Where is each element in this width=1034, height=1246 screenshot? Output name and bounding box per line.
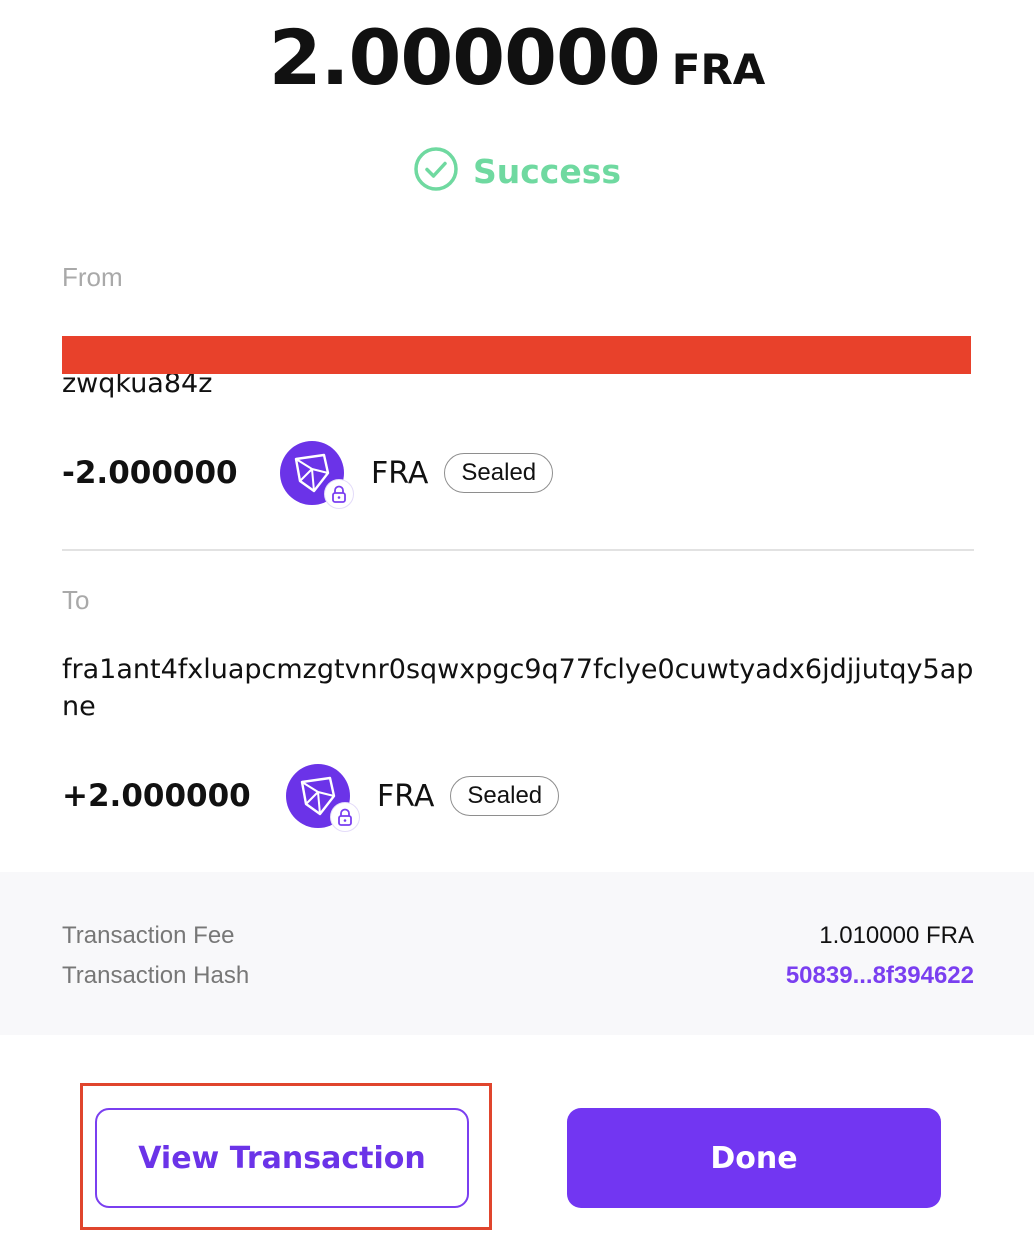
sealed-badge: Sealed <box>444 453 554 493</box>
lock-icon <box>324 479 354 509</box>
from-token-symbol: FRA <box>371 455 429 491</box>
to-label: To <box>62 585 90 615</box>
done-button[interactable]: Done <box>567 1108 941 1208</box>
amount-unit: FRA <box>671 45 766 94</box>
from-asset-row: -2.000000 FRA Sealed <box>62 441 554 509</box>
status-text: Success <box>472 152 622 191</box>
to-token-symbol: FRA <box>377 778 435 814</box>
sealed-badge: Sealed <box>450 776 560 816</box>
to-asset-row: +2.000000 FRA Sealed <box>62 764 560 832</box>
transaction-fee-value: 1.010000 FRA <box>819 922 974 949</box>
lock-icon <box>330 802 360 832</box>
to-amount: +2.000000 <box>62 778 251 814</box>
status-indicator: Success <box>0 146 1034 197</box>
from-label: From <box>62 262 123 292</box>
transaction-hash-link[interactable]: 50839...8f394622 <box>786 962 974 990</box>
total-amount: 2.000000 FRA <box>0 20 1034 96</box>
to-address: fra1ant4fxluapcmzgtvnr0sqwxpgc9q77fclye0… <box>62 654 974 722</box>
transaction-fee-label: Transaction Fee <box>62 922 235 949</box>
transaction-hash-row: Transaction Hash 50839...8f394622 <box>62 962 974 990</box>
findora-logo-icon <box>280 441 354 509</box>
from-amount: -2.000000 <box>62 455 238 491</box>
section-divider <box>62 549 974 551</box>
transaction-hash-label: Transaction Hash <box>62 962 250 989</box>
transaction-result-page: 2.000000 FRA Success From zwqkua84z -2.0… <box>0 0 1034 1246</box>
amount-value: 2.000000 <box>268 13 661 102</box>
view-transaction-button[interactable]: View Transaction <box>95 1108 469 1208</box>
transaction-details-panel: Transaction Fee 1.010000 FRA Transaction… <box>0 872 1034 1035</box>
check-circle-icon <box>413 146 459 197</box>
findora-logo-icon <box>286 764 360 832</box>
redaction-bar <box>62 336 971 374</box>
transaction-fee-row: Transaction Fee 1.010000 FRA <box>62 922 974 950</box>
